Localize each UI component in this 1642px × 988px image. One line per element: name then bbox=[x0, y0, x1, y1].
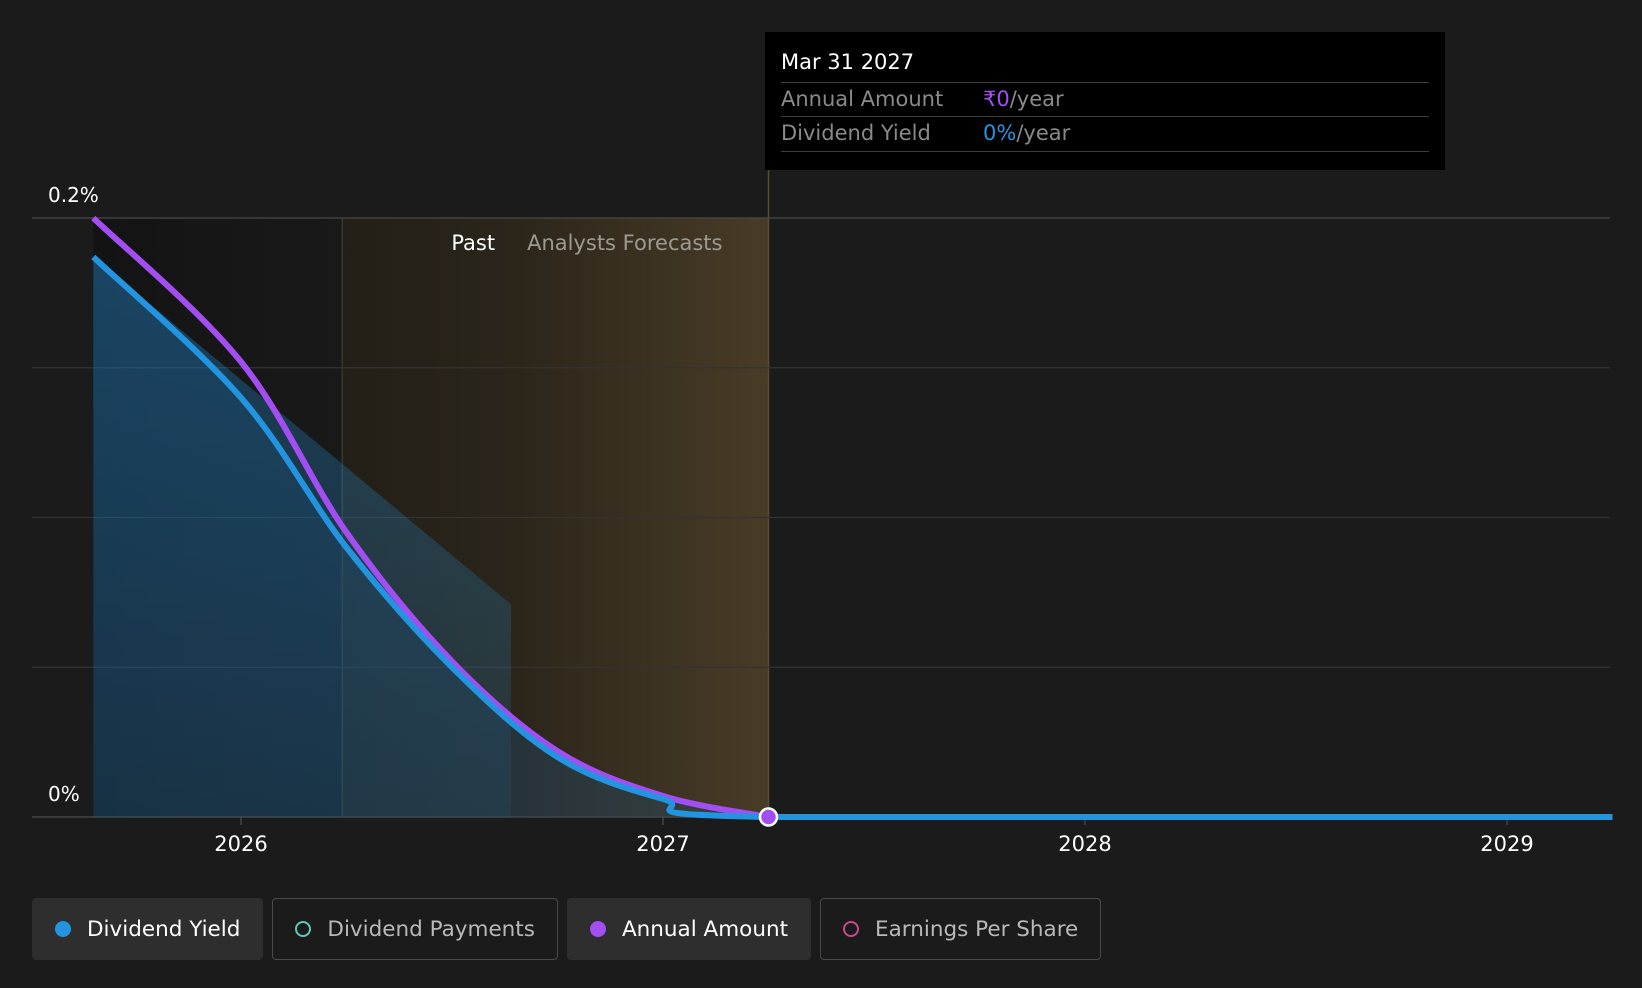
legend-label: Dividend Payments bbox=[327, 916, 535, 942]
tooltip-label: Dividend Yield bbox=[781, 121, 931, 145]
tooltip-value: 0% bbox=[983, 121, 1017, 145]
forecast-label: Analysts Forecasts bbox=[527, 231, 722, 255]
legend-annual-amount-button[interactable]: Annual Amount bbox=[566, 898, 812, 960]
legend-label: Annual Amount bbox=[621, 916, 789, 942]
annual-amount-dot-icon bbox=[589, 921, 606, 937]
tooltip-value-wrap: ₹0/year bbox=[983, 87, 1064, 111]
earnings-per-share-dot-icon bbox=[843, 921, 860, 937]
legend-dividend-payments-button[interactable]: Dividend Payments bbox=[272, 898, 558, 960]
x-tick-label: 2026 bbox=[214, 832, 267, 856]
x-tick-label: 2028 bbox=[1058, 832, 1111, 856]
tooltip-unit: /year bbox=[1016, 121, 1071, 145]
y-tick-label: 0% bbox=[48, 782, 80, 806]
legend-earnings-per-share-button[interactable]: Earnings Per Share bbox=[820, 898, 1102, 960]
dividend-yield-dot-icon bbox=[55, 921, 71, 937]
x-tick-label: 2027 bbox=[636, 832, 689, 856]
dividend-payments-dot-icon bbox=[295, 921, 312, 937]
hover-point-marker bbox=[758, 807, 779, 827]
tooltip-unit: /year bbox=[1009, 87, 1064, 111]
legend-dividend-yield-button[interactable]: Dividend Yield bbox=[32, 898, 264, 960]
tooltip-row-dividend-yield: Dividend Yield 0%/year bbox=[781, 116, 1429, 152]
legend: Dividend Yield Dividend Payments Annual … bbox=[32, 898, 1102, 960]
legend-label: Dividend Yield bbox=[87, 916, 241, 942]
x-tick-label: 2029 bbox=[1480, 832, 1533, 856]
tooltip-value: ₹0 bbox=[983, 87, 1010, 111]
hover-tooltip: Mar 31 2027 Annual Amount ₹0/year Divide… bbox=[765, 32, 1445, 170]
tooltip-row-annual-amount: Annual Amount ₹0/year bbox=[781, 82, 1429, 117]
past-label: Past bbox=[451, 231, 495, 255]
tooltip-value-wrap: 0%/year bbox=[983, 121, 1070, 145]
legend-label: Earnings Per Share bbox=[875, 916, 1079, 942]
tooltip-label: Annual Amount bbox=[781, 87, 944, 111]
tooltip-date: Mar 31 2027 bbox=[781, 50, 915, 74]
y-tick-label: 0.2% bbox=[48, 183, 99, 207]
